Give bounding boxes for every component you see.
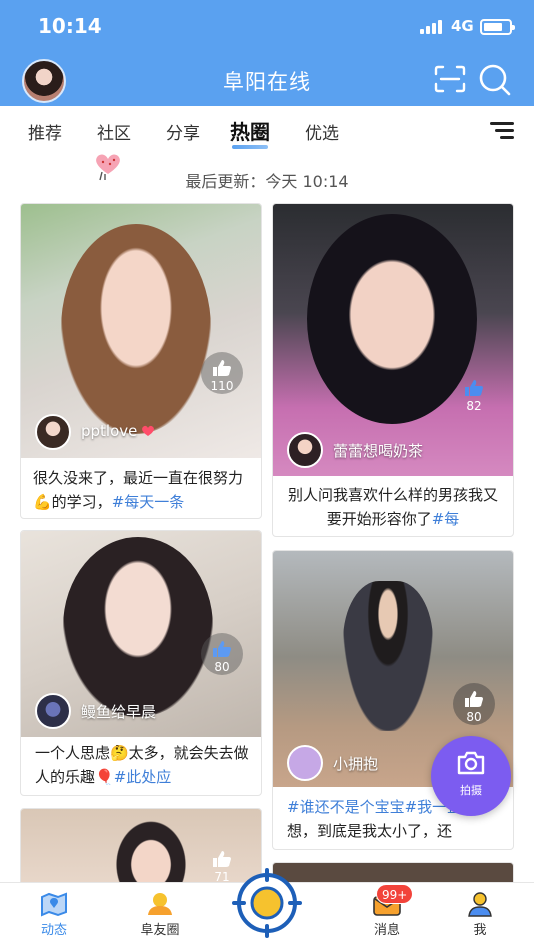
category-tabs: 推荐 社区 分享 热圈 优选 [0, 106, 534, 154]
author-name: 鳗鱼给早晨 [81, 703, 157, 721]
like-count: 80 [214, 660, 230, 674]
camera-label: 拍摄 [460, 784, 482, 797]
hashtag-link[interactable]: #此处应 [114, 768, 172, 786]
post-caption: 别人问我喜欢什么样的男孩我又要开始形容你了#每 [287, 486, 498, 528]
update-bar: 最后更新：今天 10:14 [0, 160, 534, 196]
tab-share[interactable]: 分享 [166, 119, 200, 144]
like-button[interactable]: 80 [453, 683, 495, 725]
tab-community[interactable]: 社区 [97, 119, 131, 144]
map-icon [41, 892, 67, 917]
app-header: 10:14 4G 阜阳在线 [0, 0, 534, 106]
profile-icon [468, 892, 492, 917]
network-label: 4G [451, 17, 474, 35]
search-icon[interactable] [478, 64, 512, 96]
scan-icon[interactable] [434, 65, 466, 93]
thumb-up-icon [465, 691, 483, 707]
message-badge: 99+ [376, 884, 414, 904]
thumb-up-icon [465, 380, 483, 396]
author-name: pptlove [81, 422, 155, 440]
heart-icon [142, 425, 155, 436]
status-time: 10:14 [38, 14, 102, 38]
like-button[interactable]: 110 [201, 352, 243, 394]
nav-label: 动态 [40, 923, 67, 938]
camera-fab-button[interactable]: 拍摄 [431, 736, 511, 816]
nav-friends-circle[interactable]: 阜友圈 [120, 883, 200, 950]
like-button[interactable]: 80 [201, 633, 243, 675]
post-photo[interactable]: 82 蕾蕾想喝奶茶 [273, 204, 513, 476]
post-card[interactable]: 110 pptlove 很久没来了，最近一直在很努力💪的学习，#每天一条 [20, 203, 262, 519]
center-target-icon[interactable] [232, 868, 302, 938]
author-name: 小拥抱 [333, 755, 379, 773]
hashtag-link[interactable]: #每 [432, 510, 460, 528]
last-update-text: 最后更新：今天 10:14 [185, 172, 349, 191]
tab-selected[interactable]: 优选 [305, 119, 339, 144]
like-count: 80 [466, 710, 482, 724]
post-author[interactable]: 蕾蕾想喝奶茶 [287, 432, 507, 468]
author-avatar[interactable] [287, 432, 323, 468]
author-avatar[interactable] [287, 745, 323, 781]
post-card[interactable]: 71 [20, 808, 262, 888]
camera-icon [457, 751, 485, 775]
menu-icon[interactable] [490, 122, 514, 140]
post-card[interactable]: 80 鳗鱼给早晨 一个人思虑🤔太多，就会失去做人的乐趣🎈#此处应 [20, 530, 262, 796]
like-count: 82 [466, 399, 482, 413]
tab-hot-circle[interactable]: 热圈 [230, 116, 270, 149]
post-photo[interactable]: 71 [21, 809, 261, 887]
post-card[interactable]: 82 蕾蕾想喝奶茶 别人问我喜欢什么样的男孩我又要开始形容你了#每 [272, 203, 514, 537]
nav-dynamic[interactable]: 动态 [14, 883, 94, 950]
hashtag-link[interactable]: #每天一条 [112, 493, 185, 511]
friends-icon [148, 893, 172, 915]
thumb-up-icon [213, 360, 231, 376]
post-caption: 很久没来了，最近一直在很努力💪的学习，#每天一条 [33, 469, 244, 511]
like-count: 110 [210, 379, 234, 393]
post-author[interactable]: 鳗鱼给早晨 [35, 693, 255, 729]
signal-icon [420, 20, 442, 34]
hashtag-link[interactable]: #谁还不是个宝宝 [287, 798, 405, 816]
post-author[interactable]: pptlove [35, 414, 235, 450]
post-photo[interactable]: 110 pptlove [21, 204, 261, 458]
tab-recommend[interactable]: 推荐 [28, 119, 62, 144]
status-bar: 10:14 4G [0, 0, 534, 52]
nav-label: 阜友圈 [140, 923, 180, 938]
post-photo[interactable]: 80 鳗鱼给早晨 [21, 531, 261, 737]
battery-icon [480, 19, 515, 35]
like-button[interactable]: 82 [453, 372, 495, 414]
nav-me[interactable]: 我 [440, 883, 520, 950]
post-caption: 一个人思虑🤔太多，就会失去做人的乐趣🎈#此处应 [35, 744, 249, 786]
author-avatar[interactable] [35, 693, 71, 729]
thumb-up-icon [213, 641, 231, 657]
nav-label: 消息 [373, 923, 400, 938]
thumb-up-icon [213, 851, 231, 867]
author-avatar[interactable] [35, 414, 71, 450]
nav-label: 我 [473, 923, 487, 938]
author-name: 蕾蕾想喝奶茶 [333, 442, 424, 460]
